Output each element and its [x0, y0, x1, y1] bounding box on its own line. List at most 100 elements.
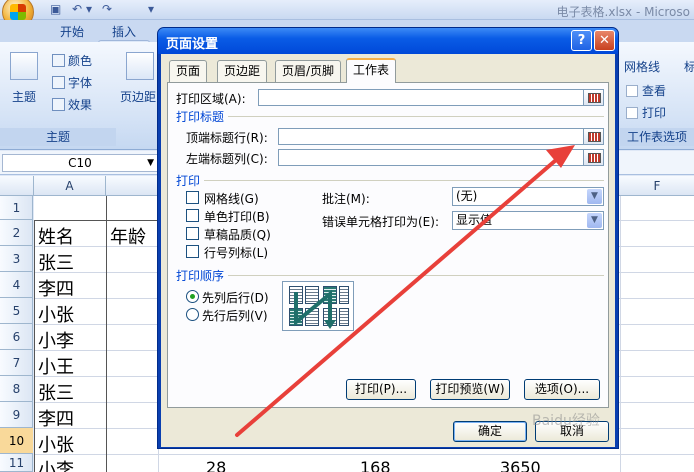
row-header[interactable]: 4 — [0, 272, 33, 298]
comments-select-value: (无) — [456, 189, 478, 203]
range-picker-icon[interactable] — [583, 90, 603, 105]
cell-name[interactable]: 小王 — [38, 353, 74, 379]
fonts-button[interactable]: 字体 — [52, 74, 92, 91]
column-header-b[interactable] — [106, 176, 158, 196]
monochrome-checkbox-label[interactable]: 单色打印(B) — [204, 208, 270, 225]
margins-icon[interactable] — [126, 52, 154, 80]
ok-button[interactable]: 确定 — [453, 421, 527, 442]
top-rows-input[interactable] — [278, 128, 604, 145]
help-button[interactable]: ? — [571, 30, 592, 51]
gridlines-checkbox[interactable] — [186, 191, 199, 204]
ribbon-tab-home[interactable]: 开始 — [60, 23, 84, 40]
print-button[interactable]: 打印(P)... — [346, 379, 416, 400]
row-header[interactable]: 3 — [0, 246, 33, 272]
row-col-headings-checkbox[interactable] — [186, 245, 199, 258]
close-button[interactable]: ✕ — [594, 30, 615, 51]
tab-header-footer[interactable]: 页眉/页脚 — [275, 60, 342, 82]
gridlines-view-checkbox[interactable]: 查看 — [626, 82, 666, 99]
gridlines-print-checkbox[interactable]: 打印 — [626, 104, 666, 121]
row-header[interactable]: 11 — [0, 454, 33, 472]
cell-b2[interactable]: 年龄 — [110, 223, 146, 249]
dialog-titlebar[interactable]: 页面设置 ? ✕ — [158, 28, 618, 54]
column-header-f[interactable]: F — [620, 176, 694, 196]
print-area-label: 打印区域(A): — [176, 92, 246, 106]
gridlines-group-heading: 网格线 — [624, 60, 661, 74]
row-header[interactable]: 6 — [0, 324, 33, 350]
top-rows-label: 顶端标题行(R): — [186, 131, 268, 145]
cell-name[interactable]: 小李 — [38, 456, 74, 472]
draft-quality-checkbox[interactable] — [186, 227, 199, 240]
cell-b11[interactable]: 28 — [206, 458, 226, 472]
cell-name[interactable]: 小李 — [38, 327, 74, 353]
print-section: 打印 — [176, 174, 201, 188]
comments-label: 批注(M): — [322, 192, 370, 206]
tab-sheet[interactable]: 工作表 — [346, 58, 397, 83]
chevron-down-icon[interactable]: ▼ — [587, 213, 602, 228]
theme-button[interactable]: 主题 — [12, 88, 36, 105]
order-down-then-over-label[interactable]: 先列后行(D) — [202, 289, 269, 306]
row-header[interactable]: 9 — [0, 402, 33, 428]
watermark-text: Baidu经验 — [532, 413, 600, 429]
order-over-then-down-label[interactable]: 先行后列(V) — [202, 307, 268, 324]
row-headers: 1 2 3 4 5 6 7 8 9 10 11 — [0, 196, 33, 472]
select-all-corner[interactable] — [0, 176, 34, 196]
theme-group-label: 主题 — [0, 128, 116, 146]
row-header-active[interactable]: 10 — [0, 428, 33, 454]
errors-label: 错误单元格打印为(E): — [322, 215, 439, 229]
window-title: 电子表格.xlsx - Microso — [556, 5, 690, 19]
cell-name[interactable]: 李四 — [38, 275, 74, 301]
errors-select[interactable]: 显示值 ▼ — [452, 211, 604, 230]
margins-button[interactable]: 页边距 — [120, 88, 156, 105]
sheet-options-group-label: 工作表选项 — [620, 128, 694, 146]
cell-name[interactable]: 李四 — [38, 405, 74, 431]
undo-dropdown-icon[interactable]: ▾ — [86, 2, 92, 16]
cell-name[interactable]: 张三 — [38, 249, 74, 275]
row-header[interactable]: 7 — [0, 350, 33, 376]
dialog-body: 页面 页边距 页眉/页脚 工作表 打印区域(A): 打印标题 顶端标题行(R):… — [161, 54, 615, 447]
order-over-then-down-radio[interactable] — [186, 308, 199, 321]
qat-customize-icon[interactable]: ▾ — [148, 2, 154, 16]
left-cols-label: 左端标题列(C): — [186, 152, 268, 166]
options-button[interactable]: 选项(O)... — [524, 379, 600, 400]
row-header[interactable]: 2 — [0, 220, 33, 246]
redo-icon[interactable]: ↷ — [102, 2, 112, 16]
monochrome-checkbox[interactable] — [186, 209, 199, 222]
section-divider — [228, 116, 604, 117]
window-titlebar: ▣ ↶ ▾ ↷ ▾ 电子表格.xlsx - Microso — [0, 0, 694, 28]
range-picker-icon[interactable] — [583, 150, 603, 165]
undo-icon[interactable]: ↶ — [72, 2, 82, 16]
fonts-icon — [52, 76, 65, 89]
gridlines-checkbox-label[interactable]: 网格线(G) — [204, 190, 259, 207]
save-icon[interactable]: ▣ — [50, 2, 61, 16]
tab-page[interactable]: 页面 — [169, 60, 208, 82]
chevron-down-icon[interactable]: ▼ — [147, 155, 154, 171]
draft-quality-checkbox-label[interactable]: 草稿品质(Q) — [204, 226, 271, 243]
theme-icon[interactable] — [10, 52, 38, 80]
colors-button[interactable]: 颜色 — [52, 52, 92, 69]
print-area-input[interactable] — [258, 89, 604, 106]
effects-button[interactable]: 效果 — [52, 96, 92, 113]
order-arrow-icon — [294, 289, 336, 329]
cell-name[interactable]: 张三 — [38, 379, 74, 405]
errors-select-value: 显示值 — [456, 213, 493, 227]
cell-a2[interactable]: 姓名 — [38, 223, 74, 249]
comments-select[interactable]: (无) ▼ — [452, 187, 604, 206]
dialog-title: 页面设置 — [166, 37, 219, 52]
chevron-down-icon[interactable]: ▼ — [587, 189, 602, 204]
cell-name[interactable]: 小张 — [38, 301, 74, 327]
column-header-a[interactable]: A — [34, 176, 106, 196]
cell-c11[interactable]: 168 — [360, 458, 391, 472]
ribbon-tab-insert[interactable]: 插入 — [112, 23, 136, 40]
left-cols-input[interactable] — [278, 149, 604, 166]
range-picker-icon[interactable] — [583, 129, 603, 144]
tab-margins[interactable]: 页边距 — [217, 60, 268, 82]
row-header[interactable]: 1 — [0, 196, 33, 220]
row-header[interactable]: 5 — [0, 298, 33, 324]
row-col-headings-checkbox-label[interactable]: 行号列标(L) — [204, 244, 268, 261]
cell-d11[interactable]: 3650 — [500, 458, 541, 472]
print-preview-button[interactable]: 打印预览(W) — [430, 379, 510, 400]
order-down-then-over-radio[interactable] — [186, 290, 199, 303]
name-box[interactable]: C10 ▼ — [2, 154, 158, 172]
cell-name[interactable]: 小张 — [38, 431, 74, 457]
row-header[interactable]: 8 — [0, 376, 33, 402]
